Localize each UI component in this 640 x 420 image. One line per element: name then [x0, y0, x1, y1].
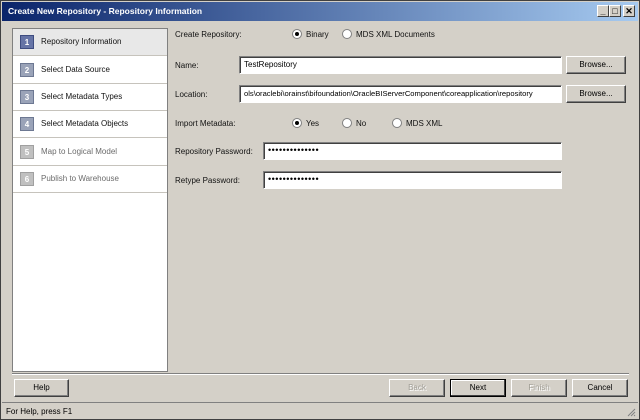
- name-browse-button[interactable]: Browse...: [566, 56, 626, 74]
- step-select-data-source[interactable]: 2 Select Data Source: [13, 57, 167, 84]
- window-title: Create New Repository - Repository Infor…: [8, 6, 203, 16]
- wizard-steps-panel: 1 Repository Information 2 Select Data S…: [12, 28, 168, 372]
- name-input[interactable]: TestRepository: [239, 56, 562, 74]
- step-number: 3: [20, 90, 34, 104]
- binary-radio-label: Binary: [306, 30, 329, 39]
- repository-password-label: Repository Password:: [175, 147, 253, 156]
- maximize-button[interactable]: □: [609, 5, 621, 17]
- minimize-button[interactable]: _: [597, 5, 609, 17]
- step-number: 6: [20, 172, 34, 186]
- close-button[interactable]: ✕: [623, 5, 635, 17]
- step-number: 5: [20, 145, 34, 159]
- import-yes-radio-label: Yes: [306, 119, 320, 128]
- step-select-metadata-types[interactable]: 3 Select Metadata Types: [13, 84, 167, 111]
- repository-password-input[interactable]: ••••••••••••••: [263, 142, 562, 160]
- location-browse-button[interactable]: Browse...: [566, 85, 626, 103]
- import-mds-xml-radio[interactable]: [392, 118, 402, 128]
- next-button[interactable]: Next: [450, 379, 506, 397]
- status-text: For Help, press F1: [6, 407, 73, 416]
- help-button[interactable]: Help: [14, 379, 69, 397]
- finish-button[interactable]: Finish: [511, 379, 567, 397]
- retype-password-label: Retype Password:: [175, 176, 240, 185]
- step-select-metadata-objects[interactable]: 4 Select Metadata Objects: [13, 111, 167, 138]
- status-bar: For Help, press F1: [2, 402, 638, 419]
- resize-grip-icon[interactable]: [626, 407, 636, 417]
- step-repository-information[interactable]: 1 Repository Information: [13, 29, 167, 56]
- import-no-radio-label: No: [356, 119, 367, 128]
- location-input[interactable]: ols\oraclebi\orainst\bifoundation\Oracle…: [239, 85, 562, 103]
- step-publish-to-warehouse: 6 Publish to Warehouse: [13, 166, 167, 193]
- footer-separator: [12, 373, 629, 375]
- import-mds-xml-radio-label: MDS XML: [406, 119, 443, 128]
- import-no-radio[interactable]: [342, 118, 352, 128]
- back-button[interactable]: Back: [389, 379, 445, 397]
- step-label: Repository Information: [41, 37, 122, 46]
- retype-password-input[interactable]: ••••••••••••••: [263, 171, 562, 189]
- create-repository-label: Create Repository:: [175, 30, 242, 39]
- import-metadata-label: Import Metadata:: [175, 119, 236, 128]
- step-label: Map to Logical Model: [41, 147, 118, 156]
- binary-radio[interactable]: [292, 29, 302, 39]
- cancel-button[interactable]: Cancel: [572, 379, 628, 397]
- create-repository-dialog: Create New Repository - Repository Infor…: [0, 0, 640, 420]
- step-label: Select Data Source: [41, 65, 110, 74]
- location-label: Location:: [175, 90, 208, 99]
- step-label: Select Metadata Types: [41, 92, 123, 101]
- import-yes-radio[interactable]: [292, 118, 302, 128]
- step-number: 1: [20, 35, 34, 49]
- name-label: Name:: [175, 61, 199, 70]
- title-bar: Create New Repository - Repository Infor…: [2, 2, 638, 21]
- step-label: Publish to Warehouse: [41, 174, 119, 183]
- step-number: 2: [20, 63, 34, 77]
- mds-xml-documents-radio-label: MDS XML Documents: [356, 30, 435, 39]
- step-map-to-logical-model: 5 Map to Logical Model: [13, 139, 167, 166]
- mds-xml-documents-radio[interactable]: [342, 29, 352, 39]
- step-number: 4: [20, 117, 34, 131]
- step-label: Select Metadata Objects: [41, 119, 129, 128]
